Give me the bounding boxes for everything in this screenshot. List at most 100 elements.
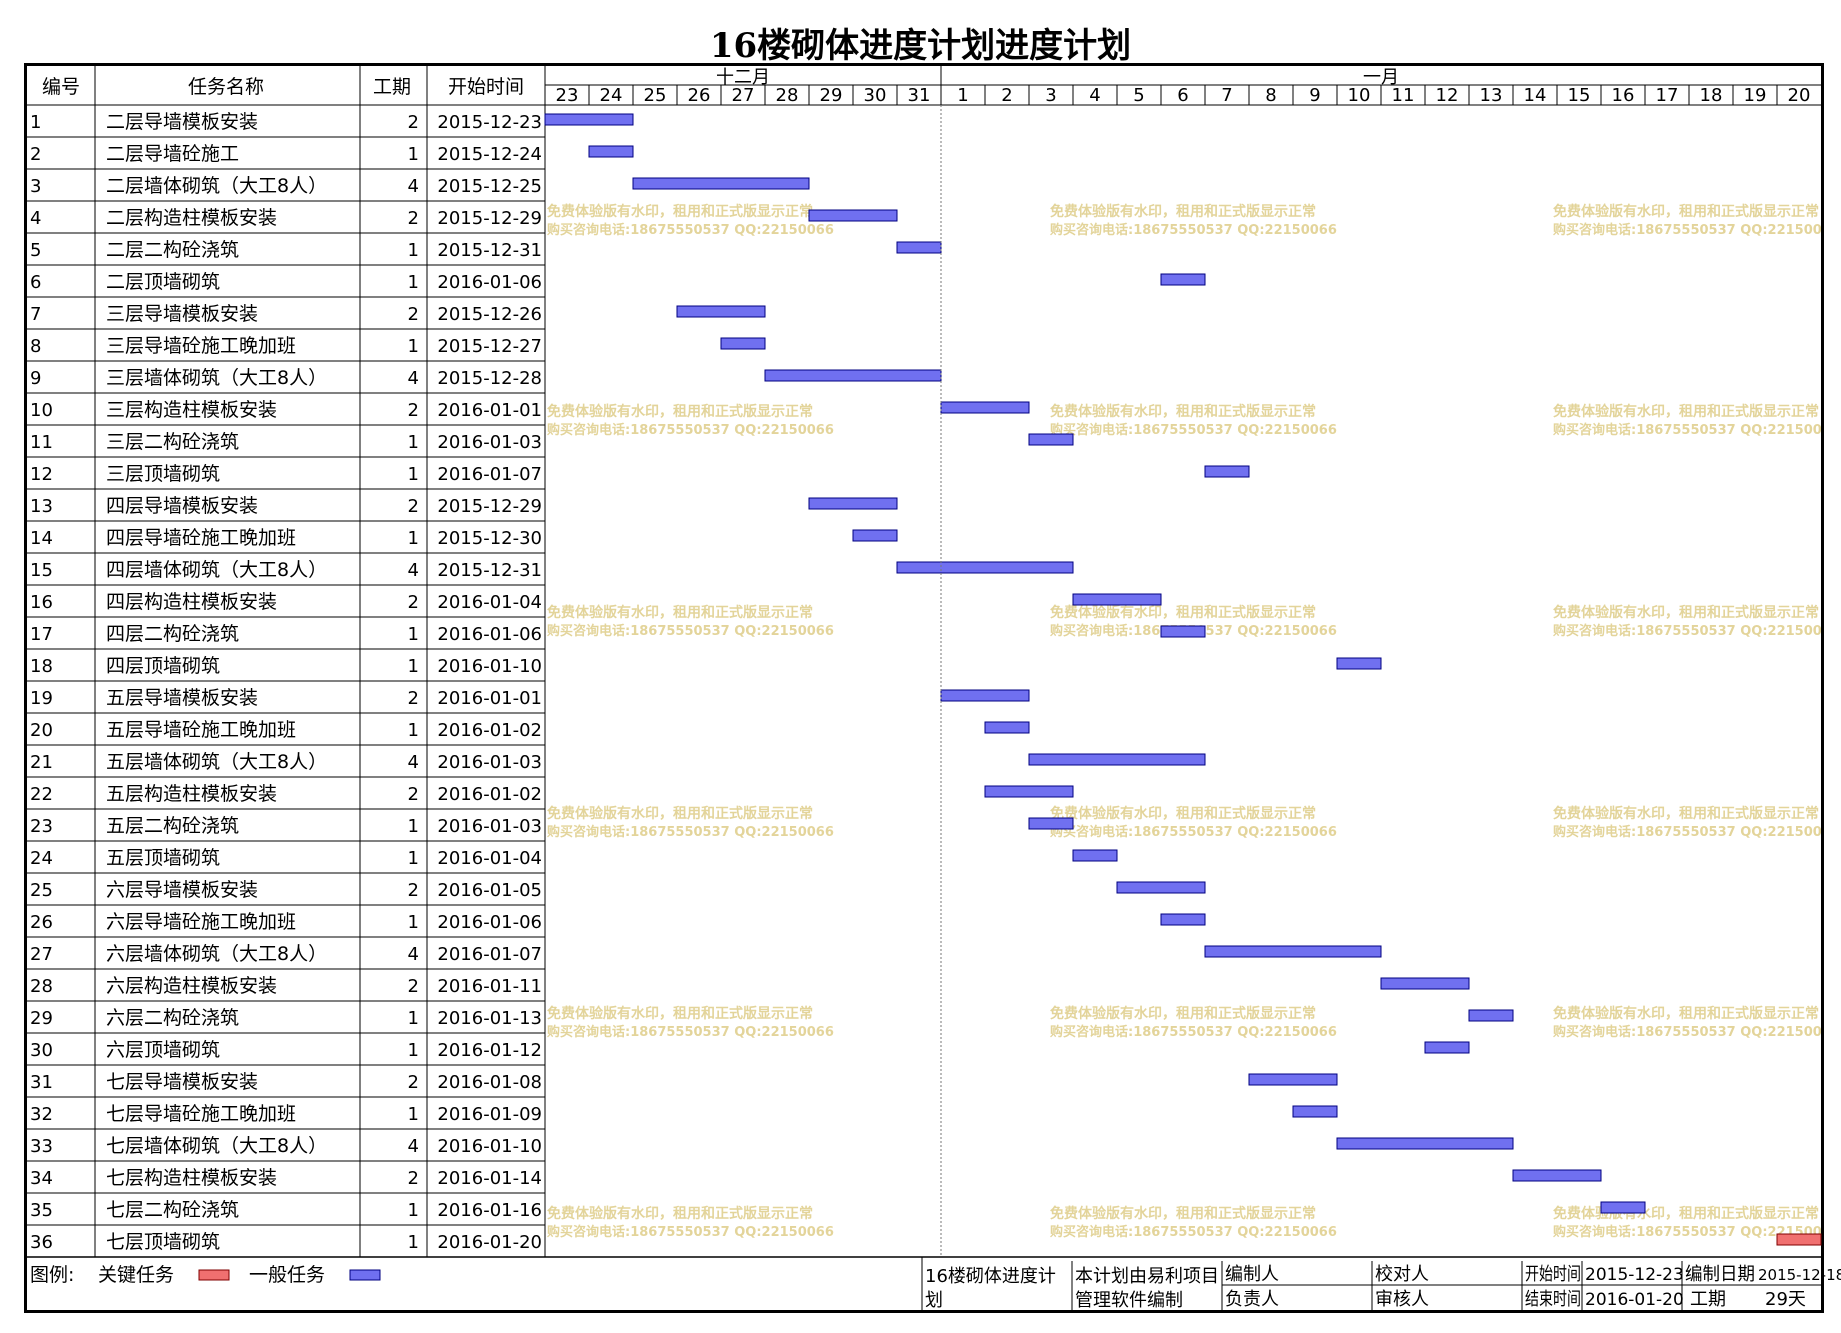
timeline-header: 23 24 25 26 27 28 29 30 31 1 2 3 4 5 6 7 8 9 10 11 12 13 14 15 1… xyxy=(545,66,1824,1257)
task-bar xyxy=(676,305,766,318)
task-id: 8 xyxy=(30,336,41,357)
svg-text:购买咨询电话:18675550537 QQ:22150066: 购买咨询电话:18675550537 QQ:22150066 xyxy=(547,422,834,438)
task-name: 六层构造柱模板安装 xyxy=(106,975,277,997)
task-name: 六层二构砼浇筑 xyxy=(106,1007,239,1029)
timeline-day-label: 31 xyxy=(908,85,931,106)
task-start: 2016-01-06 xyxy=(437,624,542,645)
task-start: 2015-12-31 xyxy=(437,560,542,581)
task-id: 21 xyxy=(30,752,53,773)
timeline-month-label: 一月 xyxy=(1363,67,1399,88)
watermark: 免费体验版有水印，租用和正式版显示正常购买咨询电话:18675550537 QQ… xyxy=(1553,1005,1821,1040)
table-row: 27 六层墙体砌筑（大工8人） 4 2016-01-07 xyxy=(30,943,542,965)
watermark: 免费体验版有水印，租用和正式版显示正常购买咨询电话:18675550537 QQ… xyxy=(1553,604,1821,639)
task-bar xyxy=(1204,945,1382,958)
footer-end-label: 结束时间 xyxy=(1525,1289,1581,1310)
task-bar xyxy=(544,113,634,126)
task-duration: 4 xyxy=(408,560,419,581)
svg-text:购买咨询电话:18675550537 QQ:22150066: 购买咨询电话:18675550537 QQ:22150066 xyxy=(547,222,834,238)
table-row: 23 五层二构砼浇筑 1 2016-01-03 xyxy=(30,815,542,837)
timeline-day-label: 9 xyxy=(1309,85,1320,106)
footer-reviewer-label: 审核人 xyxy=(1375,1289,1429,1310)
watermark: 免费体验版有水印，租用和正式版显示正常购买咨询电话:18675550537 QQ… xyxy=(1553,203,1821,238)
task-duration: 2 xyxy=(408,208,419,229)
task-duration: 2 xyxy=(408,592,419,613)
task-duration: 1 xyxy=(408,336,419,357)
svg-text:免费体验版有水印，租用和正式版显示正常: 免费体验版有水印，租用和正式版显示正常 xyxy=(1050,203,1316,220)
table-row: 10 三层构造柱模板安装 2 2016-01-01 xyxy=(30,399,542,421)
task-bar xyxy=(1248,1073,1338,1086)
task-duration: 1 xyxy=(408,624,419,645)
task-duration: 1 xyxy=(408,432,419,453)
task-bar xyxy=(1028,817,1074,830)
task-start: 2016-01-04 xyxy=(437,848,542,869)
watermark: 免费体验版有水印，租用和正式版显示正常购买咨询电话:18675550537 QQ… xyxy=(547,805,834,840)
task-start: 2016-01-03 xyxy=(437,816,542,837)
legend-critical-swatch xyxy=(198,1269,230,1281)
svg-text:免费体验版有水印，租用和正式版显示正常: 免费体验版有水印，租用和正式版显示正常 xyxy=(1553,604,1819,621)
task-duration: 1 xyxy=(408,1200,419,1221)
svg-text:购买咨询电话:18675550537 QQ:22150066: 购买咨询电话:18675550537 QQ:22150066 xyxy=(1050,824,1337,840)
task-start: 2016-01-11 xyxy=(437,976,542,997)
task-duration: 1 xyxy=(408,1040,419,1061)
task-name: 三层导墙砼施工晚加班 xyxy=(106,335,296,357)
timeline-day-label: 8 xyxy=(1265,85,1276,106)
column-header-duration: 工期 xyxy=(373,76,411,98)
task-start: 2016-01-16 xyxy=(437,1200,542,1221)
task-bar xyxy=(940,689,1030,702)
task-id: 24 xyxy=(30,848,53,869)
task-id: 15 xyxy=(30,560,53,581)
footer-start-label: 开始时间 xyxy=(1525,1264,1581,1285)
task-duration: 4 xyxy=(408,1136,419,1157)
task-start: 2016-01-07 xyxy=(437,944,542,965)
task-bar xyxy=(588,145,634,158)
task-bar xyxy=(1028,433,1074,446)
task-duration: 2 xyxy=(408,880,419,901)
header-row: 编号 任务名称 工期 开始时间 xyxy=(42,76,524,98)
task-start: 2016-01-01 xyxy=(437,400,542,421)
task-bar xyxy=(984,721,1030,734)
task-name: 六层顶墙砌筑 xyxy=(106,1039,220,1061)
table-row: 36 七层顶墙砌筑 1 2016-01-20 xyxy=(30,1231,542,1253)
watermark: 免费体验版有水印，租用和正式版显示正常购买咨询电话:18675550537 QQ… xyxy=(547,1005,834,1040)
column-header-id: 编号 xyxy=(42,76,80,98)
svg-text:购买咨询电话:18675550537 QQ:22150066: 购买咨询电话:18675550537 QQ:22150066 xyxy=(547,623,834,639)
legend-normal-swatch xyxy=(349,1269,381,1281)
task-name: 四层导墙砼施工晚加班 xyxy=(106,527,296,549)
task-name: 五层导墙模板安装 xyxy=(106,687,258,709)
svg-text:免费体验版有水印，租用和正式版显示正常: 免费体验版有水印，租用和正式版显示正常 xyxy=(1050,1205,1316,1222)
task-duration: 1 xyxy=(408,464,419,485)
task-bar xyxy=(1336,657,1382,670)
timeline-day-label: 5 xyxy=(1133,85,1144,106)
task-name: 七层二构砼浇筑 xyxy=(106,1199,239,1221)
watermark: 免费体验版有水印，租用和正式版显示正常购买咨询电话:18675550537 QQ… xyxy=(1050,805,1337,840)
task-name: 二层导墙砼施工 xyxy=(106,143,239,165)
footer-plan-name: 16楼砌体进度计划 xyxy=(925,1266,1056,1311)
task-id: 3 xyxy=(30,176,41,197)
task-id: 12 xyxy=(30,464,53,485)
svg-text:免费体验版有水印，租用和正式版显示正常: 免费体验版有水印，租用和正式版显示正常 xyxy=(547,1005,813,1022)
task-start: 2016-01-10 xyxy=(437,656,542,677)
task-id: 29 xyxy=(30,1008,53,1029)
task-duration: 2 xyxy=(408,1168,419,1189)
table-row: 25 六层导墙模板安装 2 2016-01-05 xyxy=(30,879,542,901)
table-row: 8 三层导墙砼施工晚加班 1 2015-12-27 xyxy=(30,335,542,357)
timeline-day-label: 27 xyxy=(732,85,755,106)
svg-text:免费体验版有水印，租用和正式版显示正常: 免费体验版有水印，租用和正式版显示正常 xyxy=(1553,203,1819,220)
svg-text:免费体验版有水印，租用和正式版显示正常: 免费体验版有水印，租用和正式版显示正常 xyxy=(1050,604,1316,621)
table-row: 31 七层导墙模板安装 2 2016-01-08 xyxy=(30,1071,542,1093)
task-start: 2016-01-05 xyxy=(437,880,542,901)
task-start: 2015-12-29 xyxy=(437,496,542,517)
svg-text:购买咨询电话:18675550537 QQ:22150066: 购买咨询电话:18675550537 QQ:22150066 xyxy=(547,1024,834,1040)
task-rows: 1 二层导墙模板安装 2 2015-12-23 2 二层导墙砼施工 1 2015-12-24 3… xyxy=(30,111,542,1253)
timeline-day-label: 1 xyxy=(957,85,968,106)
timeline-day-label: 4 xyxy=(1089,85,1100,106)
svg-text:免费体验版有水印，租用和正式版显示正常: 免费体验版有水印，租用和正式版显示正常 xyxy=(547,403,813,420)
task-id: 18 xyxy=(30,656,53,677)
task-id: 4 xyxy=(30,208,41,229)
task-start: 2016-01-02 xyxy=(437,784,542,805)
task-start: 2015-12-29 xyxy=(437,208,542,229)
task-duration: 1 xyxy=(408,912,419,933)
table-row: 12 三层顶墙砌筑 1 2016-01-07 xyxy=(30,463,542,485)
task-duration: 1 xyxy=(408,528,419,549)
table-row: 11 三层二构砼浇筑 1 2016-01-03 xyxy=(30,431,542,453)
